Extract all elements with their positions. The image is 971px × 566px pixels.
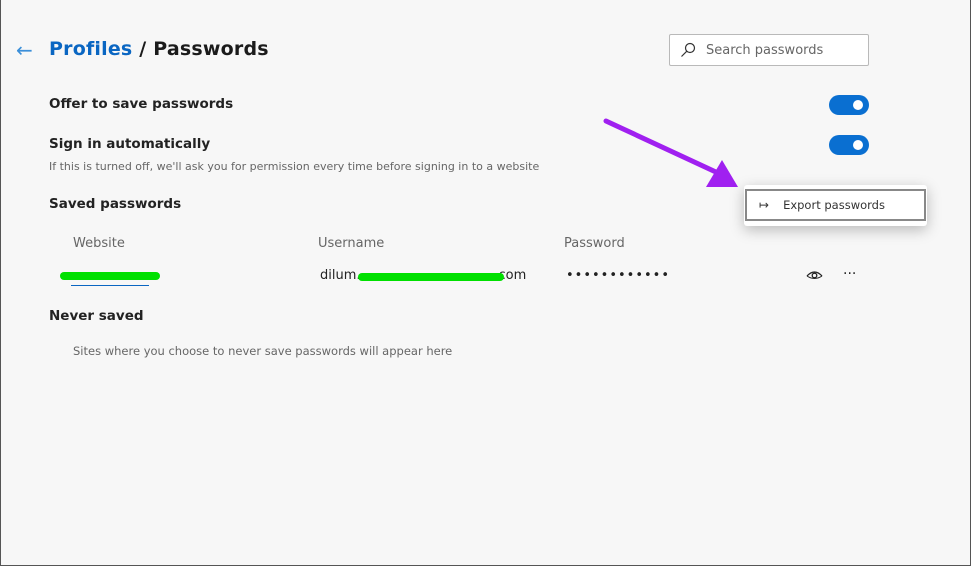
search-placeholder: Search passwords (706, 42, 824, 58)
saved-passwords-heading: Saved passwords (49, 196, 182, 212)
website-link-underline[interactable] (71, 285, 149, 286)
window-frame (0, 0, 971, 566)
export-icon: ↦ (759, 198, 770, 212)
column-header-password: Password (564, 236, 625, 251)
sign-in-auto-label: Sign in automatically (49, 136, 211, 152)
breadcrumb-current: Passwords (153, 38, 269, 60)
offer-to-save-toggle[interactable] (829, 95, 869, 115)
more-options-icon[interactable]: ··· (843, 266, 856, 282)
breadcrumb-separator: / (132, 38, 154, 60)
export-passwords-label: Export passwords (783, 198, 885, 212)
username-redaction (358, 273, 504, 281)
breadcrumb-profiles[interactable]: Profiles (49, 38, 132, 60)
export-passwords-menu-item[interactable]: ↦ Export passwords (745, 189, 926, 221)
search-icon (681, 42, 696, 57)
offer-to-save-label: Offer to save passwords (49, 96, 234, 112)
sign-in-auto-description: If this is turned off, we'll ask you for… (49, 160, 540, 173)
website-redaction (60, 272, 160, 280)
eye-icon[interactable] (806, 270, 823, 281)
sign-in-auto-toggle[interactable] (829, 135, 869, 155)
password-cell: •••••••••••• (566, 268, 671, 283)
username-prefix: dilum. (320, 268, 361, 283)
back-arrow-icon[interactable]: ← (16, 38, 33, 62)
context-menu: ↦ Export passwords (744, 185, 927, 226)
never-saved-heading: Never saved (49, 308, 144, 324)
page-title: Profiles / Passwords (49, 38, 269, 60)
search-input[interactable]: Search passwords (669, 34, 869, 66)
column-header-website: Website (73, 236, 125, 251)
annotation-arrow (603, 118, 738, 187)
column-header-username: Username (318, 236, 385, 251)
never-saved-empty-text: Sites where you choose to never save pas… (73, 344, 453, 358)
